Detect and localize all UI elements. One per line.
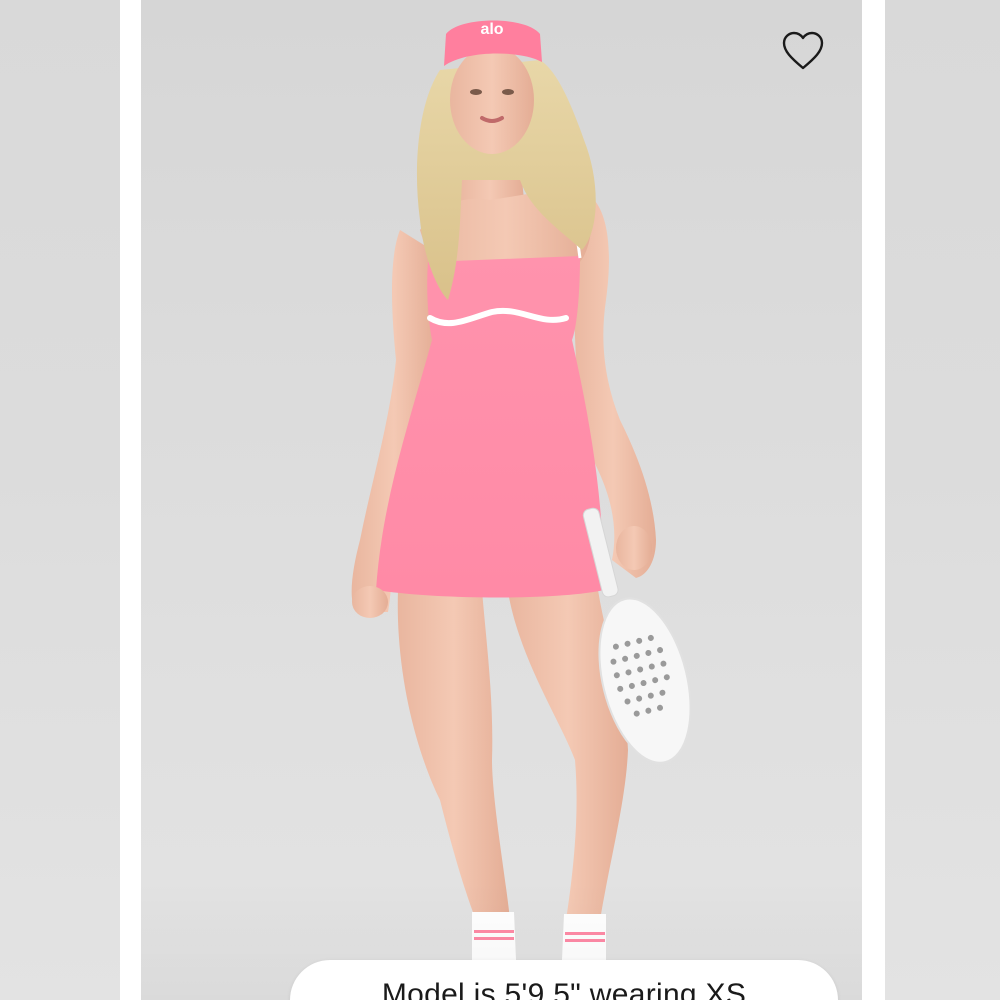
favorite-button[interactable] <box>778 28 828 74</box>
right-blurred-backdrop <box>885 0 1000 1000</box>
product-image-viewer: alo Model is 5'9.5" wearing XS <box>0 0 1000 1000</box>
face <box>450 46 534 154</box>
left-leg <box>397 590 510 920</box>
left-blurred-backdrop <box>0 0 120 1000</box>
product-photo: alo <box>141 0 862 1000</box>
right-hand <box>616 526 652 570</box>
left-hand <box>352 586 388 618</box>
caption-text: Model is 5'9.5" wearing XS <box>381 978 747 1000</box>
model-illustration: alo <box>351 20 692 960</box>
model-size-caption: Model is 5'9.5" wearing XS <box>290 960 838 1000</box>
heart-outline-icon <box>782 31 824 70</box>
visor-logo-text: alo <box>480 21 503 38</box>
